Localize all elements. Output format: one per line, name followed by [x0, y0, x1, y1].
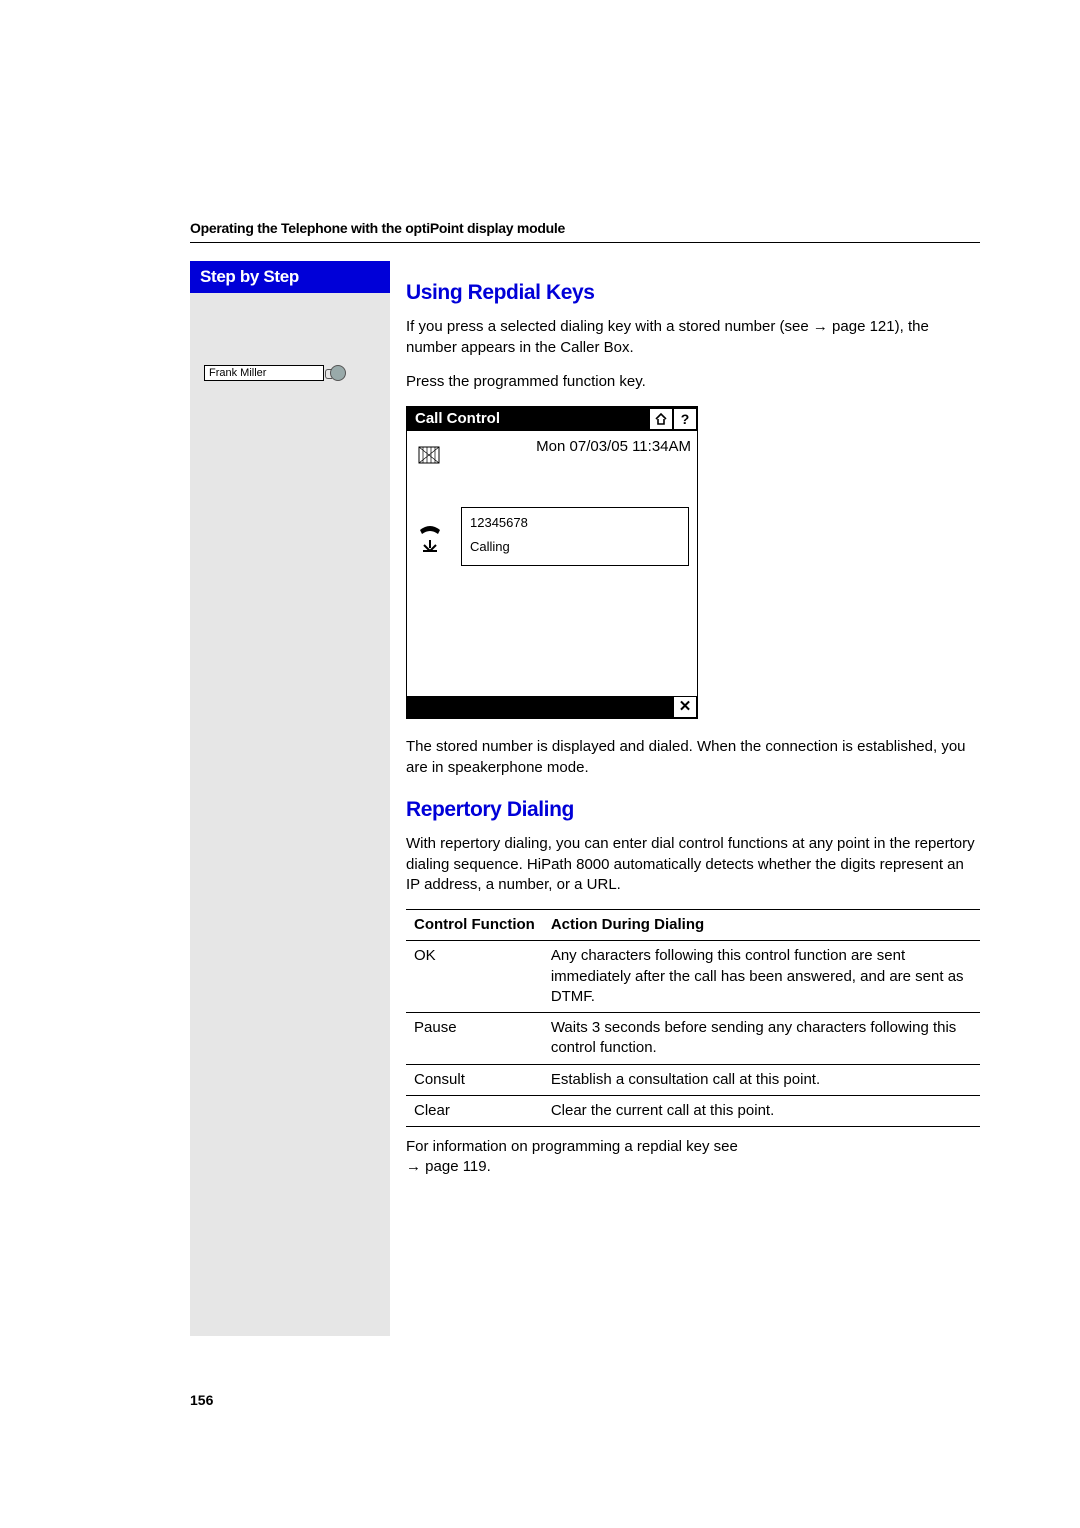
cell-fn: Clear [406, 1095, 543, 1126]
cell-act: Any characters following this control fu… [543, 941, 980, 1013]
step-by-step-header: Step by Step [190, 261, 390, 293]
table-row: Consult Establish a consultation call at… [406, 1064, 980, 1095]
th-action: Action During Dialing [543, 910, 980, 941]
call-status: Calling [470, 538, 680, 556]
cell-act: Waits 3 seconds before sending any chara… [543, 1013, 980, 1065]
paragraph: If you press a selected dialing key with… [406, 317, 980, 358]
main-column: Using Repdial Keys If you press a select… [390, 261, 980, 1192]
caller-box: 12345678 Calling [461, 507, 689, 566]
function-key-label: Frank Miller [204, 365, 324, 381]
function-key[interactable]: Frank Miller [204, 365, 346, 381]
th-control-function: Control Function [406, 910, 543, 941]
step-sidebar: Step by Step Frank Miller [190, 261, 390, 1336]
paragraph: The stored number is displayed and diale… [406, 737, 980, 778]
control-function-table: Control Function Action During Dialing O… [406, 909, 980, 1127]
home-icon[interactable] [649, 408, 673, 430]
table-header-row: Control Function Action During Dialing [406, 910, 980, 941]
cell-act: Clear the current call at this point. [543, 1095, 980, 1126]
help-icon[interactable]: ? [673, 408, 697, 430]
cell-fn: OK [406, 941, 543, 1013]
paragraph: For information on programming a repdial… [406, 1137, 980, 1178]
text: For information on programming a repdial… [406, 1138, 738, 1155]
text: If you press a selected dialing key with… [406, 318, 813, 335]
close-icon[interactable]: ✕ [673, 696, 697, 718]
paragraph: With repertory dialing, you can enter di… [406, 834, 980, 895]
section-title-repertory: Repertory Dialing [406, 796, 980, 824]
led-icon [330, 365, 346, 381]
phone-footer: ✕ [407, 696, 697, 718]
section-title-repdial: Using Repdial Keys [406, 279, 980, 307]
page-ref-link[interactable]: → page 119 [406, 1158, 487, 1175]
header-rule [190, 242, 980, 243]
cell-fn: Pause [406, 1013, 543, 1065]
phone-display: Call Control ? [406, 406, 698, 719]
table-row: Clear Clear the current call at this poi… [406, 1095, 980, 1126]
cell-act: Establish a consultation call at this po… [543, 1064, 980, 1095]
phone-datetime: Mon 07/03/05 11:34AM [453, 431, 697, 461]
handset-down-icon [407, 513, 453, 563]
cell-fn: Consult [406, 1064, 543, 1095]
phone-title: Call Control [407, 409, 649, 429]
page-ref-link[interactable]: → page 121 [813, 318, 895, 335]
table-row: Pause Waits 3 seconds before sending any… [406, 1013, 980, 1065]
paragraph: Press the programmed function key. [406, 372, 980, 392]
table-row: OK Any characters following this control… [406, 941, 980, 1013]
text: . [487, 1158, 491, 1175]
running-header: Operating the Telephone with the optiPoi… [190, 220, 980, 236]
dialed-number: 12345678 [470, 514, 680, 532]
page-number: 156 [190, 1392, 213, 1408]
phone-titlebar: Call Control ? [407, 407, 697, 431]
note-icon [407, 431, 453, 481]
